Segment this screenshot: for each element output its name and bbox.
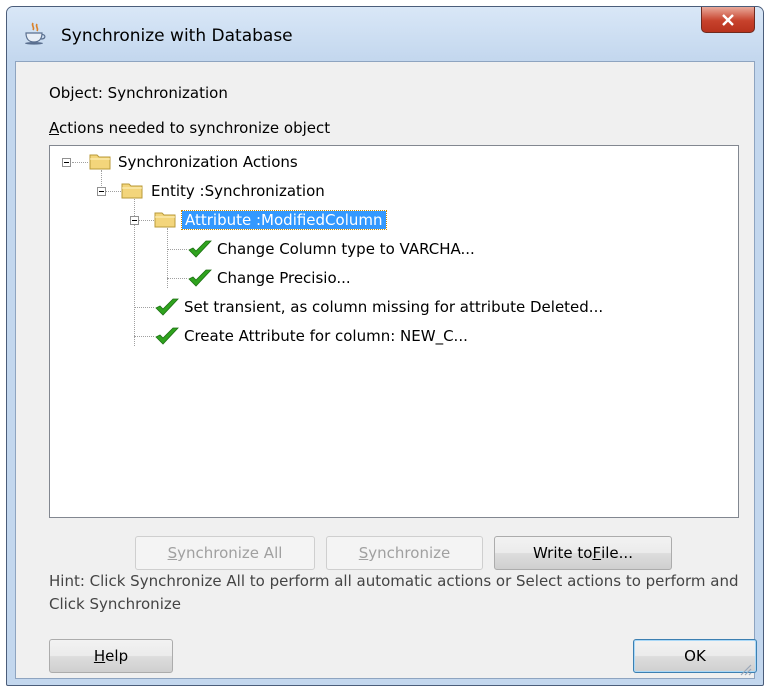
- tree-connector: [138, 220, 154, 221]
- hint-text: Hint: Click Synchronize All to perform a…: [49, 572, 739, 613]
- write-to-file-button[interactable]: Write to File...: [494, 536, 672, 570]
- write-mnemonic: F: [592, 544, 602, 562]
- write-label-post: ile...: [601, 544, 633, 562]
- object-label: Object: Synchronization: [49, 84, 228, 102]
- java-cup-icon: [25, 22, 46, 45]
- tree-connector: [167, 228, 168, 288]
- sync-mnemonic: S: [358, 544, 369, 562]
- tree-node-change-precision[interactable]: Change Precisio...: [217, 267, 351, 289]
- tree-node-root[interactable]: Synchronization Actions: [118, 151, 298, 173]
- help-mnemonic: H: [93, 647, 106, 665]
- collapse-icon[interactable]: [97, 187, 106, 196]
- sync-label: ynchronize: [368, 544, 451, 562]
- close-icon: [722, 13, 734, 26]
- tree-node-change-type[interactable]: Change Column type to VARCHA...: [217, 238, 475, 260]
- help-button[interactable]: Help: [49, 639, 173, 673]
- checkmark-icon: [155, 327, 179, 345]
- folder-icon: [121, 183, 143, 199]
- tree-connector: [72, 162, 88, 163]
- folder-icon: [89, 154, 111, 170]
- actions-mnemonic: A: [49, 119, 59, 137]
- actions-label-text: ctions needed to synchronize object: [59, 119, 331, 137]
- dialog-body: Object: Synchronization Actions needed t…: [15, 61, 757, 679]
- window-title: Synchronize with Database: [61, 26, 293, 46]
- help-label: elp: [105, 647, 129, 665]
- collapse-icon[interactable]: [130, 216, 139, 225]
- tree-connector: [105, 191, 121, 192]
- tree-connector: [167, 278, 187, 279]
- checkmark-icon: [188, 240, 212, 258]
- sync-all-label: ynchronize All: [177, 544, 283, 562]
- tree-node-label: Entity :Synchronization: [151, 182, 325, 200]
- title-bar[interactable]: Synchronize with Database: [7, 7, 763, 61]
- tree-node-set-transient[interactable]: Set transient, as column missing for att…: [184, 296, 603, 318]
- close-button[interactable]: [701, 7, 755, 33]
- ok-label: OK: [684, 647, 706, 665]
- tree-connector: [167, 249, 187, 250]
- synchronize-all-button[interactable]: Synchronize All: [135, 536, 315, 570]
- resize-grip-icon[interactable]: [738, 662, 752, 676]
- tree-node-label: Synchronization Actions: [118, 153, 298, 171]
- sync-all-mnemonic: S: [167, 544, 178, 562]
- tree-node-label: Attribute :ModifiedColumn: [181, 210, 387, 230]
- synchronize-button[interactable]: Synchronize: [326, 536, 483, 570]
- actions-tree[interactable]: Synchronization Actions Entity :Synchron…: [49, 145, 739, 518]
- dialog-window: Synchronize with Database Object: Synchr…: [6, 6, 764, 686]
- tree-connector: [134, 336, 154, 337]
- checkmark-icon: [155, 298, 179, 316]
- checkmark-icon: [188, 269, 212, 287]
- tree-node-label: Set transient, as column missing for att…: [184, 298, 604, 316]
- tree-node-entity[interactable]: Entity :Synchronization: [151, 180, 325, 202]
- tree-node-create-attribute[interactable]: Create Attribute for column: NEW_C...: [184, 325, 468, 347]
- tree-node-label: Change Precisio...: [217, 269, 351, 287]
- actions-label: Actions needed to synchronize object: [49, 119, 330, 137]
- tree-node-label: Change Column type to VARCHA...: [217, 240, 475, 258]
- tree-node-attribute[interactable]: Attribute :ModifiedColumn: [181, 209, 387, 231]
- tree-connector: [134, 307, 154, 308]
- folder-icon: [154, 212, 176, 228]
- tree-connector: [101, 170, 102, 186]
- collapse-icon[interactable]: [62, 158, 71, 167]
- tree-node-label: Create Attribute for column: NEW_C...: [184, 327, 468, 345]
- write-label-pre: Write to: [533, 544, 593, 562]
